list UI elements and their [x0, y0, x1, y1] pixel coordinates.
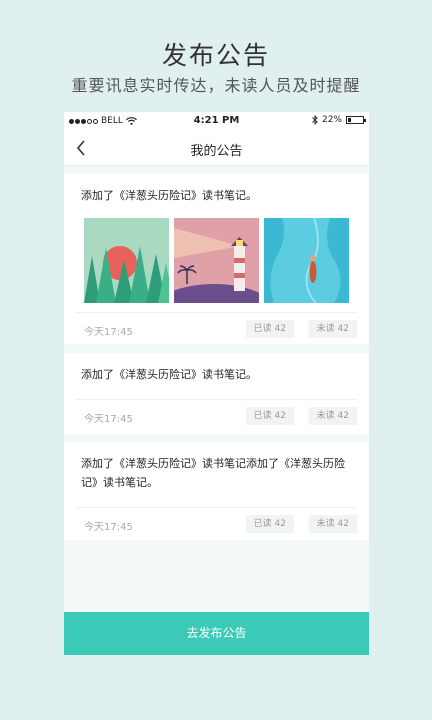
read-count-button[interactable]: 已读 42 [245, 320, 294, 338]
card-footer: 今天17:45 已读 42 未读 42 [76, 312, 357, 344]
announcement-card[interactable]: 添加了《洋葱头历险记》读书笔记添加了《洋葱头历险记》读书笔记。 今天17:45 … [64, 442, 369, 540]
announcement-text: 添加了《洋葱头历险记》读书笔记。 [81, 189, 257, 202]
battery-percent: 22% [321, 115, 342, 125]
announcement-card[interactable]: 添加了《洋葱头历险记》读书笔记。 今天17:45 已读 42 未读 42 [64, 174, 369, 344]
read-count-button[interactable]: 已读 42 [245, 407, 294, 425]
announcement-card[interactable]: 添加了《洋葱头历险记》读书笔记。 今天17:45 已读 42 未读 42 [64, 353, 369, 434]
nav-bar: 我的公告 [64, 130, 369, 166]
promo-subtitle: 重要讯息实时传达，未读人员及时提醒 [71, 76, 361, 95]
announcement-time: 今天17:45 [84, 522, 133, 533]
unread-count-button[interactable]: 未读 42 [308, 515, 357, 533]
phone-screen: BELL 4:21 PM 22% 我的公告 添加了《洋葱头历险记》读书笔记。 今… [64, 112, 369, 655]
battery-icon [346, 116, 366, 124]
page-title: 我的公告 [190, 144, 243, 159]
unread-count-button[interactable]: 未读 42 [308, 407, 357, 425]
announcement-time: 今天17:45 [84, 327, 133, 338]
ocean-diver-image[interactable] [264, 218, 349, 303]
bluetooth-icon [312, 115, 318, 125]
status-bar: BELL 4:21 PM 22% [64, 112, 369, 130]
card-footer: 今天17:45 已读 42 未读 42 [76, 399, 357, 431]
unread-count-button[interactable]: 未读 42 [308, 320, 357, 338]
card-footer: 今天17:45 已读 42 未读 42 [76, 507, 357, 539]
announcement-text: 添加了《洋葱头历险记》读书笔记。 [81, 368, 257, 381]
lighthouse-image[interactable] [174, 218, 259, 303]
forest-sunset-image[interactable] [84, 218, 169, 303]
announcement-time: 今天17:45 [84, 414, 133, 425]
promo-title: 发布公告 [161, 41, 270, 70]
read-count-button[interactable]: 已读 42 [245, 515, 294, 533]
publish-announcement-button[interactable]: 去发布公告 [64, 612, 369, 655]
announcement-text: 添加了《洋葱头历险记》读书笔记添加了《洋葱头历险记》读书笔记。 [81, 457, 345, 489]
